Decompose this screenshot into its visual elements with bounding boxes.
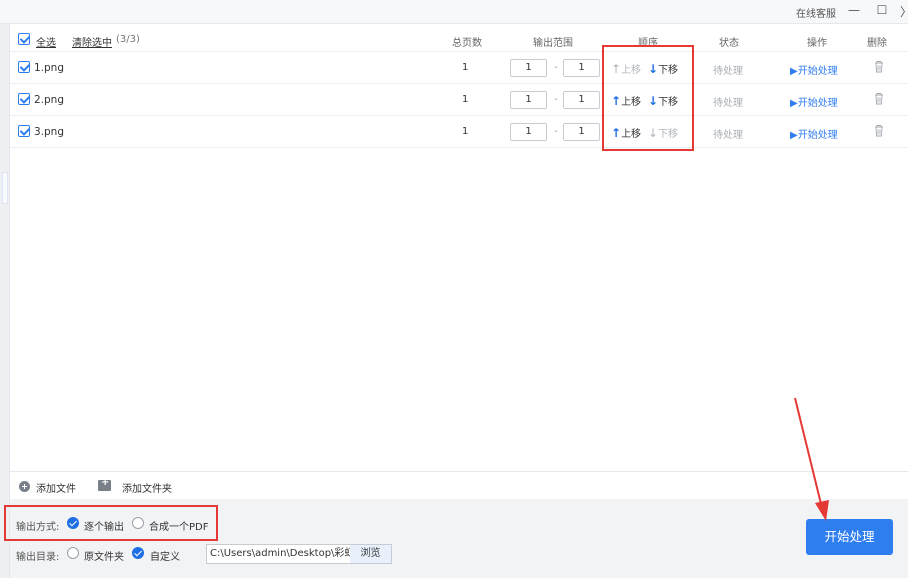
select-all-checkbox-icon[interactable] xyxy=(18,33,30,45)
add-files-bar: 添加文件 添加文件夹 xyxy=(10,471,908,499)
radio-unchecked-icon[interactable] xyxy=(67,547,79,559)
trash-icon[interactable] xyxy=(874,60,884,73)
range-to-input[interactable]: 1 xyxy=(563,91,600,109)
page-count: 1 xyxy=(462,94,469,105)
output-mode-highlight-box xyxy=(4,505,218,541)
maximize-button[interactable]: ☐ xyxy=(874,3,890,17)
start-process-button[interactable]: 开始处理 xyxy=(806,519,893,555)
status-text: 待处理 xyxy=(713,66,743,77)
range-from-input[interactable]: 1 xyxy=(510,91,547,109)
table-header: 全选 清除选中 (3/3) 总页数 输出范围 顺序 状态 操作 删除 xyxy=(10,28,908,52)
close-button[interactable]: 〉 xyxy=(898,3,908,20)
start-process-link[interactable]: ▶开始处理 xyxy=(790,62,838,77)
output-path-field[interactable]: C:\Users\admin\Desktop\彩虹 浏览 xyxy=(206,544,392,564)
select-all-link[interactable]: 全选 xyxy=(36,34,56,49)
order-highlight-box xyxy=(602,45,694,151)
range-to-input[interactable]: 1 xyxy=(563,59,600,77)
status-text: 待处理 xyxy=(713,130,743,141)
add-folder-button[interactable]: 添加文件夹 xyxy=(122,480,172,495)
col-pages: 总页数 xyxy=(452,38,482,49)
status-text: 待处理 xyxy=(713,98,743,109)
row-checkbox-icon[interactable] xyxy=(18,125,30,137)
online-service-link[interactable]: 在线客服 xyxy=(796,5,836,20)
trash-icon[interactable] xyxy=(874,92,884,105)
radio-checked-icon[interactable] xyxy=(132,547,144,559)
dir-custom-option[interactable]: 自定义 xyxy=(150,548,180,563)
start-process-link[interactable]: ▶开始处理 xyxy=(790,126,838,141)
table-row[interactable]: 2.png 1 1 - 1 ↑上移 ↓下移 待处理 ▶开始处理 xyxy=(10,84,908,116)
dir-original-option[interactable]: 原文件夹 xyxy=(84,548,124,563)
file-name: 1.png xyxy=(34,62,65,74)
add-circle-icon xyxy=(19,481,30,492)
range-to-input[interactable]: 1 xyxy=(563,123,600,141)
trash-icon[interactable] xyxy=(874,124,884,137)
file-name: 2.png xyxy=(34,94,65,106)
page-count: 1 xyxy=(462,62,469,73)
range-from-input[interactable]: 1 xyxy=(510,59,547,77)
col-action: 操作 xyxy=(807,38,827,49)
output-dir-label: 输出目录: xyxy=(16,552,60,563)
title-bar: 在线客服 — ☐ 〉 xyxy=(0,0,908,24)
range-from-input[interactable]: 1 xyxy=(510,123,547,141)
col-delete: 删除 xyxy=(867,38,887,49)
folder-add-icon xyxy=(98,477,111,491)
range-separator: - xyxy=(554,94,558,105)
selected-count: (3/3) xyxy=(116,34,140,45)
col-status: 状态 xyxy=(719,38,739,49)
clear-selected-link[interactable]: 清除选中 xyxy=(72,34,112,49)
browse-button[interactable]: 浏览 xyxy=(350,545,391,563)
table-row[interactable]: 3.png 1 1 - 1 ↑上移 ↓下移 待处理 ▶开始处理 xyxy=(10,116,908,148)
add-file-button[interactable]: 添加文件 xyxy=(36,480,76,495)
left-rail xyxy=(0,24,10,578)
row-checkbox-icon[interactable] xyxy=(18,61,30,73)
file-list-panel: 全选 清除选中 (3/3) 总页数 输出范围 顺序 状态 操作 删除 1.png… xyxy=(10,24,908,499)
rail-marker xyxy=(2,172,8,204)
row-checkbox-icon[interactable] xyxy=(18,93,30,105)
minimize-button[interactable]: — xyxy=(846,3,862,17)
range-separator: - xyxy=(554,62,558,73)
file-name: 3.png xyxy=(34,126,65,138)
start-process-link[interactable]: ▶开始处理 xyxy=(790,94,838,109)
page-count: 1 xyxy=(462,126,469,137)
range-separator: - xyxy=(554,126,558,137)
output-path-text: C:\Users\admin\Desktop\彩虹 xyxy=(210,548,350,559)
col-range: 输出范围 xyxy=(533,38,573,49)
table-row[interactable]: 1.png 1 1 - 1 ↑上移 ↓下移 待处理 ▶开始处理 xyxy=(10,52,908,84)
